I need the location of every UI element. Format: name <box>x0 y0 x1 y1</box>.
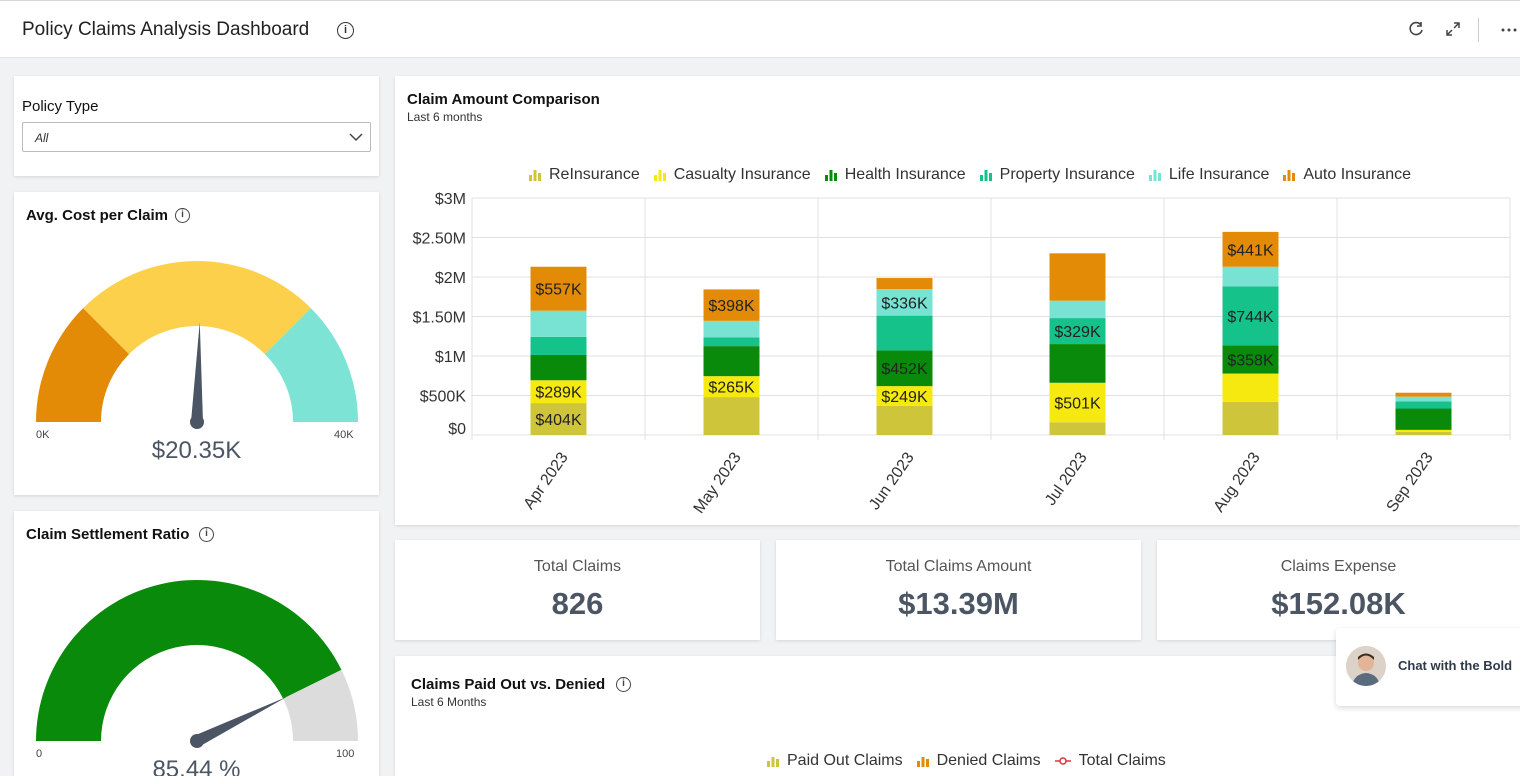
bar-segment[interactable] <box>1049 422 1106 435</box>
bar-segment[interactable] <box>1395 401 1452 409</box>
bar-segment[interactable] <box>530 310 587 337</box>
legend-item-denied[interactable]: Denied Claims <box>916 752 1041 770</box>
settlement-gauge <box>36 580 358 748</box>
bar-segment[interactable] <box>1049 253 1106 301</box>
bar-segment[interactable] <box>530 354 587 381</box>
data-label: $265K <box>708 380 755 397</box>
avatar <box>1346 646 1386 686</box>
bar-segment[interactable] <box>530 336 587 355</box>
expand-icon[interactable] <box>1444 20 1462 38</box>
chart-legend: Paid Out Claims Denied Claims Total Clai… <box>767 752 1180 770</box>
settlement-ratio-card: Claim Settlement Ratio i 0 100 85.44 % <box>14 511 379 776</box>
gauge-value: $20.35K <box>151 437 242 464</box>
bar-segment[interactable] <box>1049 344 1106 383</box>
y-tick-label: $2.50M <box>413 231 466 248</box>
bar-segment[interactable] <box>703 397 760 435</box>
y-tick-label: $3M <box>435 191 466 208</box>
kpi-card-claims-expense: Claims Expense $152.08K <box>1157 540 1520 640</box>
x-tick-label: Aug 2023 <box>1211 449 1264 515</box>
bar-segment[interactable] <box>703 320 760 338</box>
bar-segment[interactable] <box>876 315 933 351</box>
data-label: $249K <box>881 389 928 406</box>
bar-segment[interactable] <box>1222 373 1279 402</box>
info-icon[interactable]: i <box>616 677 631 692</box>
kpi-label: Total Claims <box>533 558 622 575</box>
chart-subtitle: Last 6 Months <box>411 695 487 709</box>
bar-segment[interactable] <box>876 278 933 290</box>
bar-segment[interactable] <box>1395 429 1452 432</box>
avg-cost-gauge-card: Avg. Cost per Claim i 0K 40K $20.35K <box>14 192 379 495</box>
x-tick-label: Jun 2023 <box>866 449 918 513</box>
data-label: $557K <box>535 282 582 299</box>
gauge-band-mid <box>83 261 311 355</box>
y-tick-label: $1M <box>435 349 466 366</box>
bar-segment[interactable] <box>1395 408 1452 430</box>
x-tick-label: Sep 2023 <box>1384 449 1437 515</box>
x-tick-label: Jul 2023 <box>1042 449 1091 508</box>
data-label: $336K <box>881 295 928 312</box>
bar-segment[interactable] <box>703 337 760 347</box>
y-tick-label: $2M <box>435 270 466 287</box>
chart-title: Claims Paid Out vs. Denied <box>411 676 606 693</box>
kpi-label: Claims Expense <box>1280 558 1397 575</box>
data-label: $358K <box>1227 352 1274 369</box>
chat-label: Chat with the Bold <box>1398 658 1513 673</box>
line-marker-icon <box>1054 757 1071 765</box>
bar-segment[interactable] <box>1395 396 1452 402</box>
header-divider <box>1478 18 1479 42</box>
y-tick-label: $1.50M <box>413 310 466 327</box>
bar-segment[interactable] <box>1222 266 1279 287</box>
y-tick-label: $0 <box>448 421 466 438</box>
policy-type-filter-card: Policy Type All <box>14 76 379 176</box>
data-label: $452K <box>881 361 928 378</box>
kpi-value: $13.39M <box>898 586 1019 621</box>
gauge-needle <box>194 696 287 747</box>
gauge-needle <box>191 322 203 423</box>
kpi-label: Total Claims Amount <box>885 558 1032 575</box>
bar-segment[interactable] <box>1395 392 1452 397</box>
filter-label: Policy Type <box>22 98 99 115</box>
chevron-down-icon <box>349 133 363 142</box>
info-icon[interactable]: i <box>337 22 354 39</box>
chat-widget[interactable]: Chat with the Bold <box>1336 628 1520 706</box>
legend-label: Denied Claims <box>936 752 1041 769</box>
data-label: $398K <box>708 298 755 315</box>
bar-segment[interactable] <box>876 405 933 435</box>
dashboard-header: Policy Claims Analysis Dashboard i <box>0 0 1520 58</box>
policy-type-dropdown[interactable]: All <box>22 122 371 152</box>
refresh-icon[interactable] <box>1407 20 1425 38</box>
legend-item-paid-out[interactable]: Paid Out Claims <box>767 752 903 770</box>
y-tick-label: $500K <box>420 389 467 406</box>
legend-label: Total Claims <box>1078 752 1166 769</box>
bar-segment[interactable] <box>1395 431 1452 435</box>
kpi-value: $152.08K <box>1271 586 1406 621</box>
data-label: $404K <box>535 412 582 429</box>
data-label: $289K <box>535 385 582 402</box>
kpi-value: 826 <box>551 586 604 621</box>
claim-amount-chart-card: Claim Amount Comparison Last 6 months Re… <box>395 76 1520 525</box>
gauge-needle-hub <box>190 415 204 429</box>
data-label: $744K <box>1227 309 1274 326</box>
x-tick-label: May 2023 <box>691 449 745 516</box>
bar-icon <box>916 757 929 767</box>
kpi-card-total-claims: Total Claims 826 <box>395 540 760 640</box>
bar-segment[interactable] <box>1222 401 1279 435</box>
data-label: $329K <box>1054 324 1101 341</box>
more-options-icon[interactable] <box>1500 20 1518 38</box>
stacked-bar-chart: $0 $500K $1M $1.50M $2M $2.50M $3M $404K $289K $5… <box>413 191 1511 517</box>
bar-icon <box>767 757 779 767</box>
page-title: Policy Claims Analysis Dashboard <box>22 19 310 40</box>
bar-segment[interactable] <box>1049 300 1106 319</box>
legend-item-total[interactable]: Total Claims <box>1054 752 1166 770</box>
data-label: $501K <box>1054 396 1101 413</box>
data-label: $441K <box>1227 242 1274 259</box>
gauge-needle-hub <box>190 734 204 748</box>
x-tick-label: Apr 2023 <box>521 449 572 512</box>
dropdown-value: All <box>35 131 49 145</box>
kpi-card-total-claims-amount: Total Claims Amount $13.39M <box>776 540 1141 640</box>
gauge-value: 85.44 % <box>152 756 241 776</box>
bar-segment[interactable] <box>703 346 760 377</box>
legend-label: Paid Out Claims <box>787 752 903 769</box>
